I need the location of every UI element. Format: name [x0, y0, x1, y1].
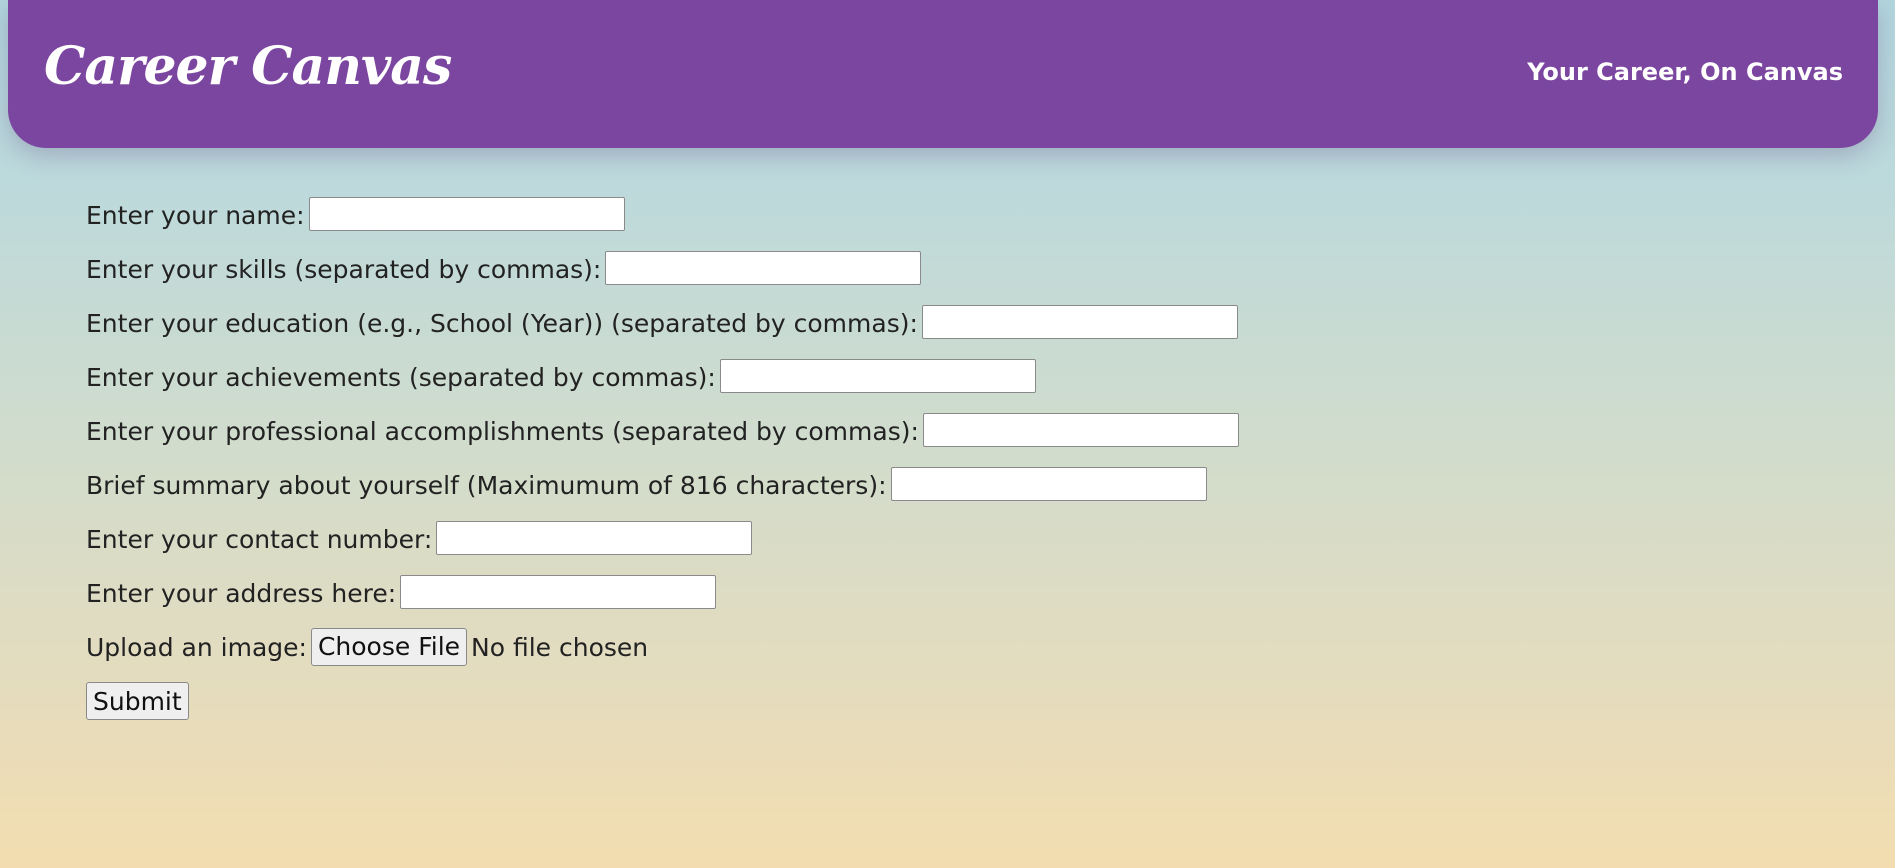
skills-label: Enter your skills (separated by commas): — [86, 255, 602, 284]
form-row-upload: Upload an image: Choose File No file cho… — [86, 628, 1239, 682]
upload-label: Upload an image: — [86, 633, 307, 662]
achievements-input[interactable] — [719, 359, 1036, 393]
file-status-text: No file chosen — [471, 633, 649, 662]
name-input[interactable] — [308, 197, 625, 231]
form-row-achievements: Enter your achievements (separated by co… — [86, 358, 1239, 412]
contact-label: Enter your contact number: — [86, 525, 433, 554]
form-row-summary: Brief summary about yourself (Maximumum … — [86, 466, 1239, 520]
address-label: Enter your address here: — [86, 579, 397, 608]
site-header: Career Canvas Your Career, On Canvas — [8, 0, 1878, 148]
summary-input[interactable] — [890, 467, 1207, 501]
education-input[interactable] — [921, 305, 1238, 339]
form-row-accomplishments: Enter your professional accomplishments … — [86, 412, 1239, 466]
choose-file-button[interactable]: Choose File — [310, 628, 468, 666]
site-logo: Career Canvas — [44, 36, 452, 97]
career-form: Enter your name: Enter your skills (sepa… — [86, 196, 1239, 736]
education-label: Enter your education (e.g., School (Year… — [86, 309, 918, 338]
contact-input[interactable] — [436, 521, 753, 555]
form-row-skills: Enter your skills (separated by commas): — [86, 250, 1239, 304]
form-row-education: Enter your education (e.g., School (Year… — [86, 304, 1239, 358]
accomplishments-input[interactable] — [922, 413, 1239, 447]
form-row-submit: Submit — [86, 682, 1239, 736]
skills-input[interactable] — [605, 251, 922, 285]
address-input[interactable] — [400, 575, 717, 609]
submit-button[interactable]: Submit — [86, 682, 189, 720]
site-tagline: Your Career, On Canvas — [1527, 58, 1843, 86]
form-row-contact: Enter your contact number: — [86, 520, 1239, 574]
summary-label: Brief summary about yourself (Maximumum … — [86, 471, 887, 500]
form-row-name: Enter your name: — [86, 196, 1239, 250]
achievements-label: Enter your achievements (separated by co… — [86, 363, 716, 392]
name-label: Enter your name: — [86, 201, 305, 230]
accomplishments-label: Enter your professional accomplishments … — [86, 417, 919, 446]
form-row-address: Enter your address here: — [86, 574, 1239, 628]
